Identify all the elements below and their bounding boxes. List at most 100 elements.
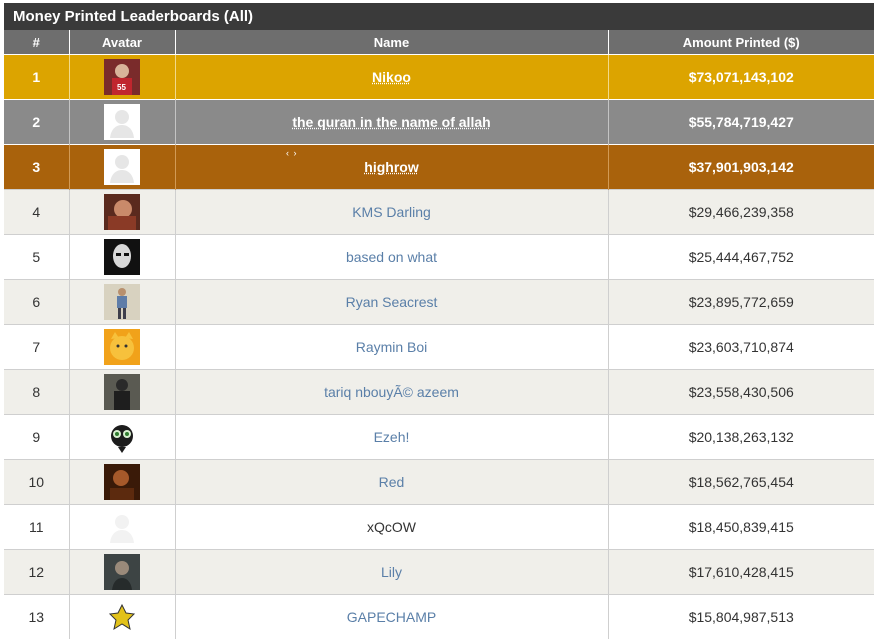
- dark-brown-avatar-icon[interactable]: [104, 464, 140, 500]
- avatar-cell: [69, 550, 175, 595]
- player-name-link[interactable]: the quran in the name of allah: [292, 114, 490, 130]
- player-name-link[interactable]: highrow: [364, 159, 418, 175]
- portrait-avatar-icon[interactable]: [104, 194, 140, 230]
- player-name-link[interactable]: Red: [379, 474, 405, 490]
- gray-portrait-avatar-icon[interactable]: [104, 554, 140, 590]
- rank-cell: 2: [4, 100, 69, 145]
- player-name-link[interactable]: Raymin Boi: [356, 339, 428, 355]
- player-name-link[interactable]: based on what: [346, 249, 437, 265]
- rank-cell: 7: [4, 325, 69, 370]
- player-name-link[interactable]: Ezeh!: [374, 429, 410, 445]
- name-cell: tariq nbouyÃ© azeem: [175, 370, 608, 415]
- amount-cell: $23,603,710,874: [608, 325, 874, 370]
- cartoon-girl-avatar-icon[interactable]: [104, 419, 140, 455]
- amount-cell: $18,562,765,454: [608, 460, 874, 505]
- rank-cell: 11: [4, 505, 69, 550]
- amount-cell: $25,444,467,752: [608, 235, 874, 280]
- player-name-link[interactable]: Lily: [381, 564, 402, 580]
- red-sports-avatar-icon[interactable]: 55: [104, 59, 140, 95]
- leaderboard-panel: Money Printed Leaderboards (All) # Avata…: [4, 3, 874, 639]
- amount-cell: $17,610,428,415: [608, 550, 874, 595]
- amount-cell: $29,466,239,358: [608, 190, 874, 235]
- svg-text:55: 55: [117, 83, 126, 92]
- table-row: 1 55 Nikoo $73,071,143,102: [4, 55, 874, 100]
- table-row: 11 xQcOW $18,450,839,415: [4, 505, 874, 550]
- name-cell: xQcOW: [175, 505, 608, 550]
- avatar-cell: [69, 100, 175, 145]
- name-cell: based on what: [175, 235, 608, 280]
- rank-cell: 1: [4, 55, 69, 100]
- rank-cell: 3: [4, 145, 69, 190]
- standing-person-avatar-icon[interactable]: [104, 284, 140, 320]
- table-row: 4 KMS Darling $29,466,239,358: [4, 190, 874, 235]
- table-row: 13 GAPECHAMP $15,804,987,513: [4, 595, 874, 639]
- rank-cell: 9: [4, 415, 69, 460]
- player-name-link[interactable]: Ryan Seacrest: [346, 294, 438, 310]
- name-cell: Raymin Boi: [175, 325, 608, 370]
- name-cell: the quran in the name of allah: [175, 100, 608, 145]
- column-header-avatar: Avatar: [69, 30, 175, 55]
- dark-face-avatar-icon[interactable]: [104, 239, 140, 275]
- table-header-row: # Avatar Name Amount Printed ($): [4, 30, 874, 55]
- rank-cell: 4: [4, 190, 69, 235]
- table-row: 10 Red $18,562,765,454: [4, 460, 874, 505]
- column-header-rank: #: [4, 30, 69, 55]
- leaderboard-table: # Avatar Name Amount Printed ($) 1 55 Niko…: [4, 30, 874, 639]
- rank-cell: 13: [4, 595, 69, 639]
- yellow-cat-avatar-icon[interactable]: [104, 329, 140, 365]
- column-header-name: Name: [175, 30, 608, 55]
- dark-figure-avatar-icon[interactable]: [104, 374, 140, 410]
- table-row: 3 highrow $37,901,903,142: [4, 145, 874, 190]
- table-row: 7 Raymin Boi $23,603,710,874: [4, 325, 874, 370]
- avatar-cell: [69, 370, 175, 415]
- table-row: 2 the quran in the name of allah $55,784,7…: [4, 100, 874, 145]
- amount-cell: $15,804,987,513: [608, 595, 874, 639]
- name-cell: Nikoo: [175, 55, 608, 100]
- player-name-link[interactable]: tariq nbouyÃ© azeem: [324, 384, 459, 400]
- avatar-cell: [69, 145, 175, 190]
- name-cell: Ryan Seacrest: [175, 280, 608, 325]
- name-cell: Red: [175, 460, 608, 505]
- player-name-link[interactable]: GAPECHAMP: [347, 609, 436, 625]
- resize-handle-icon[interactable]: ‹ ›: [286, 148, 298, 158]
- yellow-sprite-avatar-icon[interactable]: [104, 599, 140, 635]
- avatar-cell: [69, 595, 175, 639]
- default-avatar-icon[interactable]: [104, 104, 140, 140]
- rank-cell: 10: [4, 460, 69, 505]
- rank-cell: 5: [4, 235, 69, 280]
- name-cell: KMS Darling: [175, 190, 608, 235]
- amount-cell: $37,901,903,142: [608, 145, 874, 190]
- avatar-cell: [69, 325, 175, 370]
- avatar-cell: [69, 505, 175, 550]
- avatar-cell: 55: [69, 55, 175, 100]
- table-row: 8 tariq nbouyÃ© azeem $23,558,430,506: [4, 370, 874, 415]
- name-cell: Ezeh!: [175, 415, 608, 460]
- avatar-cell: [69, 235, 175, 280]
- avatar-cell: [69, 280, 175, 325]
- table-row: 12 Lily $17,610,428,415: [4, 550, 874, 595]
- leaderboard-title: Money Printed Leaderboards (All): [4, 3, 874, 30]
- amount-cell: $20,138,263,132: [608, 415, 874, 460]
- default-avatar-faint-icon[interactable]: [104, 509, 140, 545]
- table-row: 5 based on what $25,444,467,752: [4, 235, 874, 280]
- amount-cell: $18,450,839,415: [608, 505, 874, 550]
- default-avatar-icon[interactable]: [104, 149, 140, 185]
- rank-cell: 8: [4, 370, 69, 415]
- rank-cell: 6: [4, 280, 69, 325]
- table-row: 9 Ezeh! $20,138,263,132: [4, 415, 874, 460]
- amount-cell: $55,784,719,427: [608, 100, 874, 145]
- table-row: 6Ryan Seacrest$23,895,772,659: [4, 280, 874, 325]
- name-cell: GAPECHAMP: [175, 595, 608, 639]
- name-cell: Lily: [175, 550, 608, 595]
- name-cell: highrow: [175, 145, 608, 190]
- player-name-link[interactable]: KMS Darling: [352, 204, 431, 220]
- avatar-cell: [69, 460, 175, 505]
- avatar-cell: [69, 415, 175, 460]
- player-name-link[interactable]: Nikoo: [372, 69, 411, 85]
- avatar-cell: [69, 190, 175, 235]
- amount-cell: $73,071,143,102: [608, 55, 874, 100]
- column-header-amount: Amount Printed ($): [608, 30, 874, 55]
- rank-cell: 12: [4, 550, 69, 595]
- amount-cell: $23,558,430,506: [608, 370, 874, 415]
- player-name: xQcOW: [367, 519, 416, 535]
